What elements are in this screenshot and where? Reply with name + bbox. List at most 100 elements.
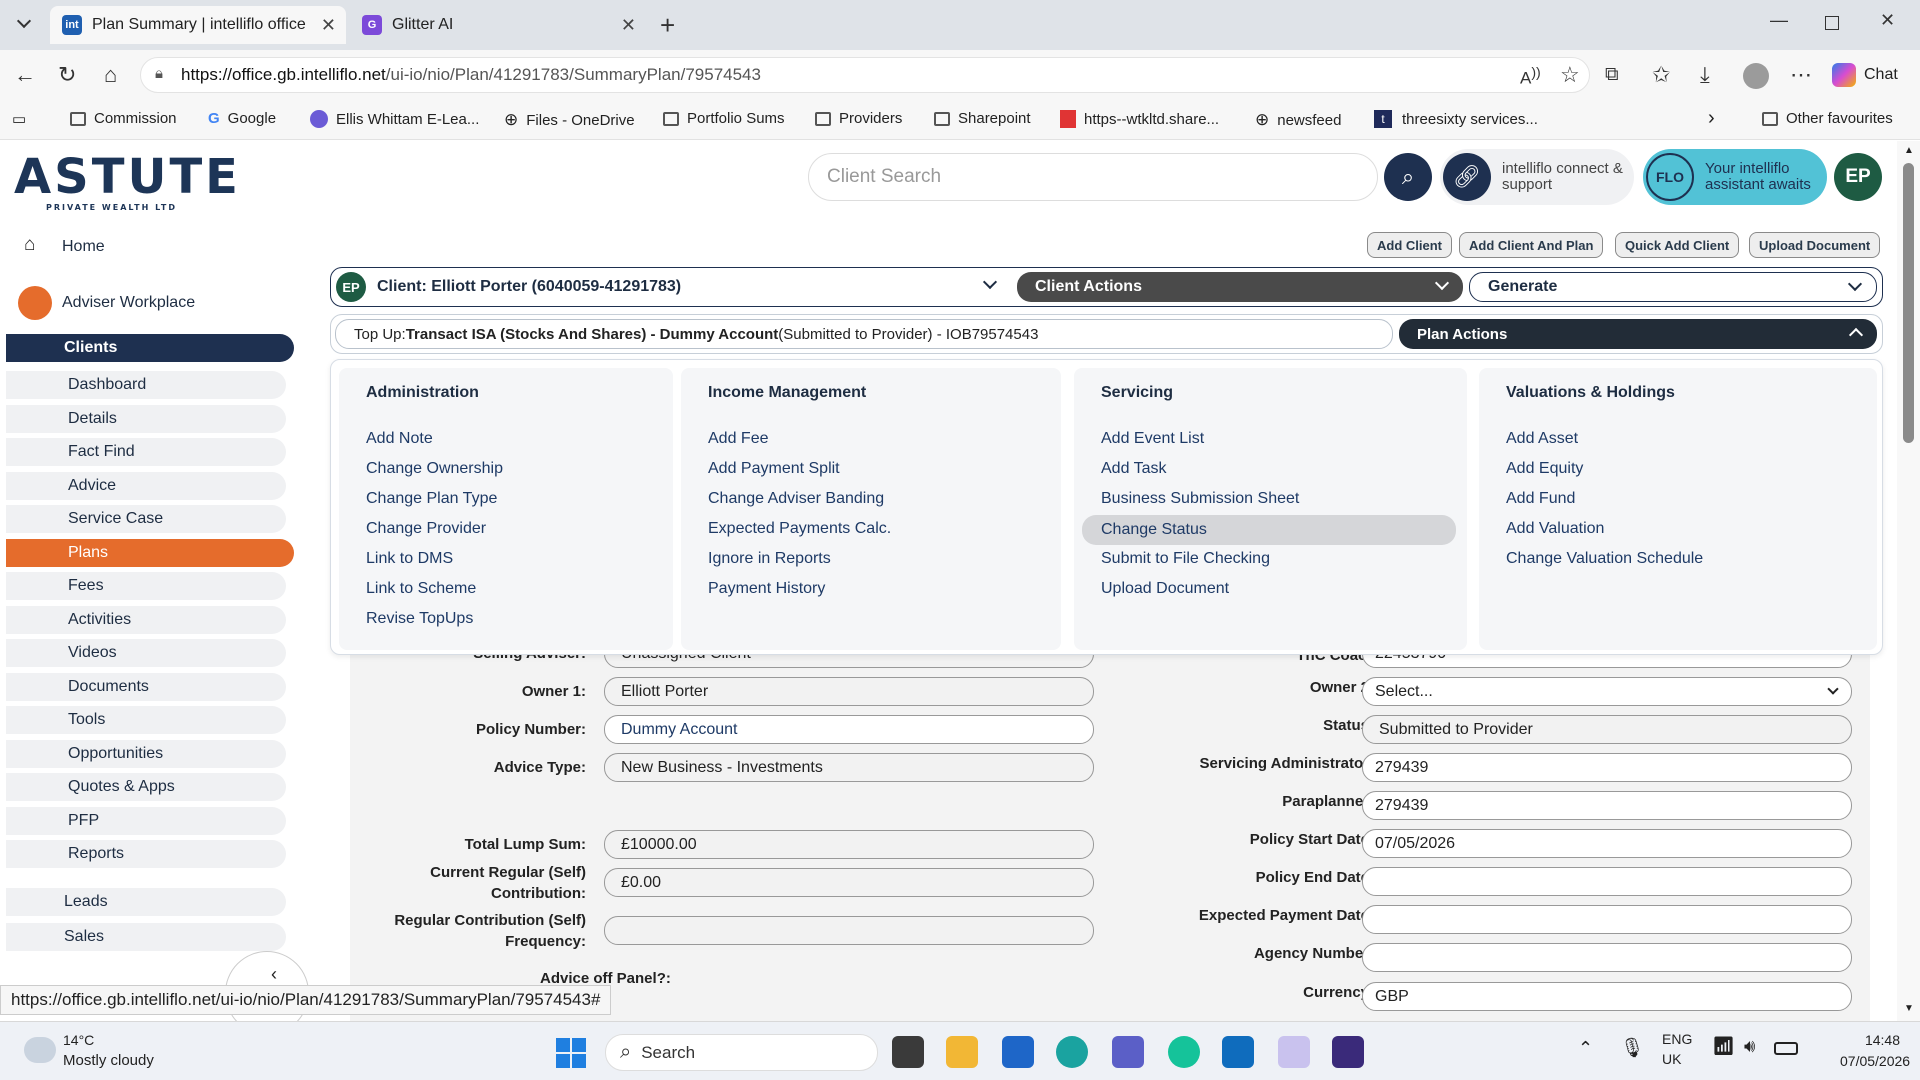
url-field[interactable]: 🔒︎ https://office.gb.intelliflo.net/ui-i… [140,57,1590,93]
sidebar-sales[interactable]: Sales [6,923,286,951]
clock[interactable]: 14:48 07/05/2026 [1840,1032,1910,1069]
task-view-icon[interactable] [892,1036,924,1068]
bookmark-sharepoint[interactable]: Sharepoint [934,110,1031,127]
plan-actions-dropdown[interactable]: Plan Actions [1399,319,1877,349]
sidebar-item-advice[interactable]: Advice [6,472,286,500]
bookmark-commission[interactable]: Commission [70,110,177,127]
menu-item-expected-payments-calc-[interactable]: Expected Payments Calc. [708,520,891,538]
downloads-icon[interactable]: ⤓ [1700,62,1710,88]
home-icon[interactable]: ⌂ [24,234,35,256]
bookmark-newsfeed[interactable]: ⊕ newsfeed [1255,110,1341,130]
generate-dropdown[interactable]: Generate [1469,272,1877,302]
windows-start-icon[interactable] [556,1038,586,1068]
scrollbar-thumb[interactable] [1903,163,1914,443]
upload-document-button[interactable]: Upload Document [1749,232,1881,258]
teams-icon[interactable] [1112,1036,1144,1068]
other-favourites[interactable]: Other favourites [1762,110,1893,127]
add-client-and-plan-button[interactable]: Add Client And Plan [1459,232,1604,258]
intelliflo-connect-button[interactable]: 🔗︎ intelliflo connect & support [1440,149,1634,205]
file-explorer-icon[interactable] [946,1036,978,1068]
bookmark-google[interactable]: G Google [208,110,276,127]
menu-item-add-valuation[interactable]: Add Valuation [1506,520,1604,538]
sidebar-item-fees[interactable]: Fees [6,572,286,600]
menu-item-add-event-list[interactable]: Add Event List [1101,430,1204,448]
field-expected-payment-date[interactable] [1362,905,1852,934]
search-icon[interactable]: ⌕ [1384,153,1432,201]
snipping-tool-icon[interactable] [1278,1036,1310,1068]
close-tab-icon[interactable]: ✕ [321,15,336,36]
page-scrollbar[interactable]: ▲ ▼ [1897,141,1920,1021]
favorite-star-icon[interactable]: ☆ [1560,62,1580,88]
field-advice-type[interactable]: New Business - Investments [604,753,1094,782]
sidebar-item-fact-find[interactable]: Fact Find [6,438,286,466]
sidebar-item-videos[interactable]: Videos [6,639,286,667]
menu-item-change-status[interactable]: Change Status [1082,515,1456,545]
menu-item-change-adviser-banding[interactable]: Change Adviser Banding [708,490,884,508]
volume-icon[interactable]: 🔊︎ [1744,1036,1755,1057]
tab-plan-summary[interactable]: int Plan Summary | intelliflo office ✕ [50,6,346,44]
bookmark-ellis-whittam[interactable]: Ellis Whittam E-Lea... [310,110,479,128]
read-aloud-icon[interactable]: A)) [1520,65,1541,89]
grammarly-icon[interactable] [1168,1036,1200,1068]
bookmarks-overflow-chevron-icon[interactable]: › [1708,107,1715,130]
wifi-icon[interactable]: 📶︎ [1712,1036,1735,1057]
astute-logo[interactable]: ASTUTE PRIVATE WEALTH LTD [14,149,241,212]
menu-item-upload-document[interactable]: Upload Document [1101,580,1229,598]
field-policy-start-date[interactable]: 07/05/2026 [1362,829,1852,858]
bookmark-providers[interactable]: Providers [815,110,902,127]
restore-icon[interactable] [1825,16,1839,30]
add-client-button[interactable]: Add Client [1367,232,1452,258]
outlook-icon[interactable] [1222,1036,1254,1068]
tab-list-chevron-icon[interactable] [14,13,34,34]
menu-item-add-note[interactable]: Add Note [366,430,433,448]
sidebar-item-opportunities[interactable]: Opportunities [6,740,286,768]
field-policy-end-date[interactable] [1362,867,1852,896]
menu-item-business-submission-sheet[interactable]: Business Submission Sheet [1101,490,1299,508]
sidebar-adviser-workplace[interactable]: Adviser Workplace [62,294,195,312]
menu-item-change-ownership[interactable]: Change Ownership [366,460,503,478]
bookmark-portfolio-sums[interactable]: Portfolio Sums [663,110,785,127]
copilot-chat-button[interactable]: Chat [1832,58,1912,92]
close-tab-icon[interactable]: ✕ [621,15,636,36]
field-servicing-administrator[interactable]: 279439 [1362,753,1852,782]
field-status[interactable]: Submitted to Provider [1362,715,1852,744]
sidebar-item-activities[interactable]: Activities [6,606,286,634]
client-selector[interactable]: Client: Elliott Porter (6040059-41291783… [377,278,681,296]
edge-icon[interactable] [1056,1036,1088,1068]
taskbar-search[interactable]: ⌕ Search [605,1034,878,1071]
client-actions-dropdown[interactable]: Client Actions [1017,272,1463,302]
menu-item-change-valuation-schedule[interactable]: Change Valuation Schedule [1506,550,1703,568]
field-currency[interactable]: GBP [1362,982,1852,1011]
field-total-lump-sum[interactable]: £10000.00 [604,830,1094,859]
field-current-regular-self-contribution[interactable]: £0.00 [604,868,1094,897]
bookmark-onedrive[interactable]: ⊕ Files - OneDrive [504,110,635,130]
tab-glitter-ai[interactable]: G Glitter AI ✕ [350,6,646,44]
menu-item-add-equity[interactable]: Add Equity [1506,460,1583,478]
bookmark-wtkltd[interactable]: https--wtkltd.share... [1060,110,1219,128]
reading-list-icon[interactable]: ▭ [12,110,26,128]
home-icon[interactable]: ⌂ [104,62,117,88]
sidebar-item-details[interactable]: Details [6,405,286,433]
menu-item-revise-topups[interactable]: Revise TopUps [366,610,473,628]
menu-item-change-plan-type[interactable]: Change Plan Type [366,490,497,508]
store-icon[interactable] [1002,1036,1034,1068]
more-menu-icon[interactable]: ⋯ [1790,62,1812,88]
battery-icon[interactable] [1774,1042,1798,1055]
field-regular-contribution-self-frequency[interactable] [604,916,1094,945]
sidebar-item-dashboard[interactable]: Dashboard [6,371,286,399]
plan-selector[interactable]: Top Up: Transact ISA (Stocks And Shares)… [335,319,1393,349]
tray-chevron-up-icon[interactable]: ⌃ [1578,1038,1593,1059]
flo-assistant-button[interactable]: FLO Your intelliflo assistant awaits [1643,149,1827,205]
bookmark-threesixty[interactable]: t threesixty services... [1374,110,1538,128]
weather-desc[interactable]: Mostly cloudy [63,1052,154,1069]
menu-item-submit-to-file-checking[interactable]: Submit to File Checking [1101,550,1270,568]
menu-item-link-to-dms[interactable]: Link to DMS [366,550,453,568]
language-indicator[interactable]: ENG UK [1662,1031,1692,1067]
field-owner-1[interactable]: Elliott Porter [604,677,1094,706]
sidebar-item-quotes-apps[interactable]: Quotes & Apps [6,773,286,801]
close-window-icon[interactable]: ✕ [1880,10,1895,31]
microphone-icon[interactable]: 🎙︎ [1620,1036,1644,1060]
sidebar-home[interactable]: Home [62,238,105,256]
favorites-icon[interactable]: ✩ [1652,62,1670,88]
field-agency-number[interactable] [1362,943,1852,972]
